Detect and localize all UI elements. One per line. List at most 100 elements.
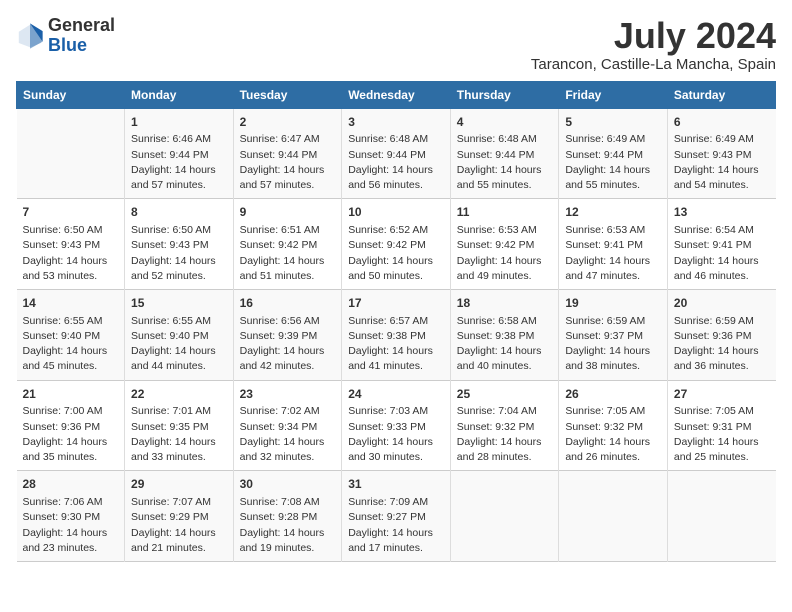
day-header: Sunday — [17, 81, 125, 108]
sun-time: Sunrise: 6:59 AM — [565, 314, 661, 329]
sun-time: Sunrise: 7:03 AM — [348, 404, 444, 419]
calendar-cell: 18Sunrise: 6:58 AMSunset: 9:38 PMDayligh… — [450, 289, 559, 380]
daylight-line1: Daylight: 14 hours — [131, 254, 227, 269]
day-number: 3 — [348, 114, 444, 131]
daylight-line2: and 19 minutes. — [240, 541, 336, 556]
day-number: 8 — [131, 204, 227, 221]
subtitle: Tarancon, Castille-La Mancha, Spain — [531, 56, 776, 73]
daylight-line1: Daylight: 14 hours — [674, 254, 770, 269]
sun-time: Sunset: 9:42 PM — [240, 238, 336, 253]
daylight-line1: Daylight: 14 hours — [674, 344, 770, 359]
cell-content: Sunrise: 7:09 AMSunset: 9:27 PMDaylight:… — [348, 495, 444, 556]
logo-blue: Blue — [48, 36, 115, 56]
sun-time: Sunset: 9:40 PM — [23, 329, 119, 344]
calendar-cell — [17, 108, 125, 199]
cell-content: Sunrise: 7:07 AMSunset: 9:29 PMDaylight:… — [131, 495, 227, 556]
day-number: 13 — [674, 204, 770, 221]
daylight-line2: and 23 minutes. — [23, 541, 119, 556]
cell-content: Sunrise: 6:47 AMSunset: 9:44 PMDaylight:… — [240, 132, 336, 193]
cell-content: Sunrise: 6:56 AMSunset: 9:39 PMDaylight:… — [240, 314, 336, 375]
sun-time: Sunset: 9:41 PM — [674, 238, 770, 253]
sun-time: Sunrise: 6:47 AM — [240, 132, 336, 147]
daylight-line2: and 46 minutes. — [674, 269, 770, 284]
daylight-line2: and 44 minutes. — [131, 359, 227, 374]
sun-time: Sunrise: 6:55 AM — [131, 314, 227, 329]
calendar-cell — [450, 471, 559, 562]
cell-content: Sunrise: 6:57 AMSunset: 9:38 PMDaylight:… — [348, 314, 444, 375]
sun-time: Sunrise: 7:01 AM — [131, 404, 227, 419]
calendar-cell: 23Sunrise: 7:02 AMSunset: 9:34 PMDayligh… — [233, 380, 342, 471]
daylight-line1: Daylight: 14 hours — [674, 435, 770, 450]
day-number: 21 — [23, 386, 119, 403]
daylight-line2: and 32 minutes. — [240, 450, 336, 465]
daylight-line1: Daylight: 14 hours — [23, 254, 119, 269]
sun-time: Sunset: 9:38 PM — [457, 329, 553, 344]
sun-time: Sunrise: 6:48 AM — [348, 132, 444, 147]
daylight-line2: and 55 minutes. — [457, 178, 553, 193]
sun-time: Sunrise: 7:00 AM — [23, 404, 119, 419]
daylight-line2: and 21 minutes. — [131, 541, 227, 556]
day-number: 20 — [674, 295, 770, 312]
sun-time: Sunrise: 6:58 AM — [457, 314, 553, 329]
daylight-line1: Daylight: 14 hours — [565, 163, 661, 178]
daylight-line1: Daylight: 14 hours — [131, 344, 227, 359]
cell-content: Sunrise: 6:46 AMSunset: 9:44 PMDaylight:… — [131, 132, 227, 193]
calendar-table: SundayMondayTuesdayWednesdayThursdayFrid… — [16, 81, 776, 562]
week-row: 7Sunrise: 6:50 AMSunset: 9:43 PMDaylight… — [17, 199, 776, 290]
sun-time: Sunrise: 7:08 AM — [240, 495, 336, 510]
day-number: 31 — [348, 476, 444, 493]
cell-content: Sunrise: 6:48 AMSunset: 9:44 PMDaylight:… — [457, 132, 553, 193]
daylight-line1: Daylight: 14 hours — [240, 526, 336, 541]
daylight-line1: Daylight: 14 hours — [240, 163, 336, 178]
day-number: 28 — [23, 476, 119, 493]
sun-time: Sunset: 9:41 PM — [565, 238, 661, 253]
daylight-line1: Daylight: 14 hours — [457, 163, 553, 178]
sun-time: Sunset: 9:36 PM — [23, 420, 119, 435]
sun-time: Sunset: 9:44 PM — [457, 148, 553, 163]
daylight-line1: Daylight: 14 hours — [131, 435, 227, 450]
sun-time: Sunset: 9:32 PM — [565, 420, 661, 435]
calendar-cell: 27Sunrise: 7:05 AMSunset: 9:31 PMDayligh… — [667, 380, 775, 471]
sun-time: Sunset: 9:44 PM — [131, 148, 227, 163]
day-number: 25 — [457, 386, 553, 403]
daylight-line2: and 45 minutes. — [23, 359, 119, 374]
calendar-cell: 16 Sunrise: 6:56 AMSunset: 9:39 PMDayligh… — [233, 289, 342, 380]
sun-time: Sunset: 9:43 PM — [23, 238, 119, 253]
daylight-line2: and 40 minutes. — [457, 359, 553, 374]
cell-content: Sunrise: 6:53 AMSunset: 9:42 PMDaylight:… — [457, 223, 553, 284]
calendar-cell: 21Sunrise: 7:00 AMSunset: 9:36 PMDayligh… — [17, 380, 125, 471]
calendar-cell: 20Sunrise: 6:59 AMSunset: 9:36 PMDayligh… — [667, 289, 775, 380]
daylight-line2: and 28 minutes. — [457, 450, 553, 465]
cell-content: Sunrise: 6:51 AMSunset: 9:42 PMDaylight:… — [240, 223, 336, 284]
cell-content: Sunrise: 6:49 AMSunset: 9:43 PMDaylight:… — [674, 132, 770, 193]
daylight-line2: and 57 minutes. — [131, 178, 227, 193]
sun-time: Sunrise: 6:52 AM — [348, 223, 444, 238]
daylight-line2: and 17 minutes. — [348, 541, 444, 556]
day-number: 16 — [240, 295, 336, 312]
sun-time: Sunset: 9:43 PM — [131, 238, 227, 253]
cell-content: Sunrise: 6:59 AMSunset: 9:37 PMDaylight:… — [565, 314, 661, 375]
daylight-line2: and 38 minutes. — [565, 359, 661, 374]
sun-time: Sunset: 9:44 PM — [565, 148, 661, 163]
daylight-line2: and 30 minutes. — [348, 450, 444, 465]
daylight-line2: and 35 minutes. — [23, 450, 119, 465]
calendar-cell: 12Sunrise: 6:53 AMSunset: 9:41 PMDayligh… — [559, 199, 668, 290]
title-area: July 2024 Tarancon, Castille-La Mancha, … — [531, 16, 776, 73]
calendar-cell: 15Sunrise: 6:55 AMSunset: 9:40 PMDayligh… — [125, 289, 234, 380]
logo: General Blue — [16, 16, 115, 56]
day-number: 9 — [240, 204, 336, 221]
sun-time: Sunrise: 7:05 AM — [674, 404, 770, 419]
sun-time: Sunrise: 6:51 AM — [240, 223, 336, 238]
day-number: 12 — [565, 204, 661, 221]
day-header: Saturday — [667, 81, 775, 108]
day-header: Tuesday — [233, 81, 342, 108]
sun-time: Sunrise: 6:49 AM — [674, 132, 770, 147]
cell-content: Sunrise: 6:48 AMSunset: 9:44 PMDaylight:… — [348, 132, 444, 193]
day-number: 23 — [240, 386, 336, 403]
sun-time: Sunrise: 6:54 AM — [674, 223, 770, 238]
header-row: SundayMondayTuesdayWednesdayThursdayFrid… — [17, 81, 776, 108]
day-number: 26 — [565, 386, 661, 403]
daylight-line2: and 25 minutes. — [674, 450, 770, 465]
cell-content: Sunrise: 7:04 AMSunset: 9:32 PMDaylight:… — [457, 404, 553, 465]
day-header: Wednesday — [342, 81, 451, 108]
